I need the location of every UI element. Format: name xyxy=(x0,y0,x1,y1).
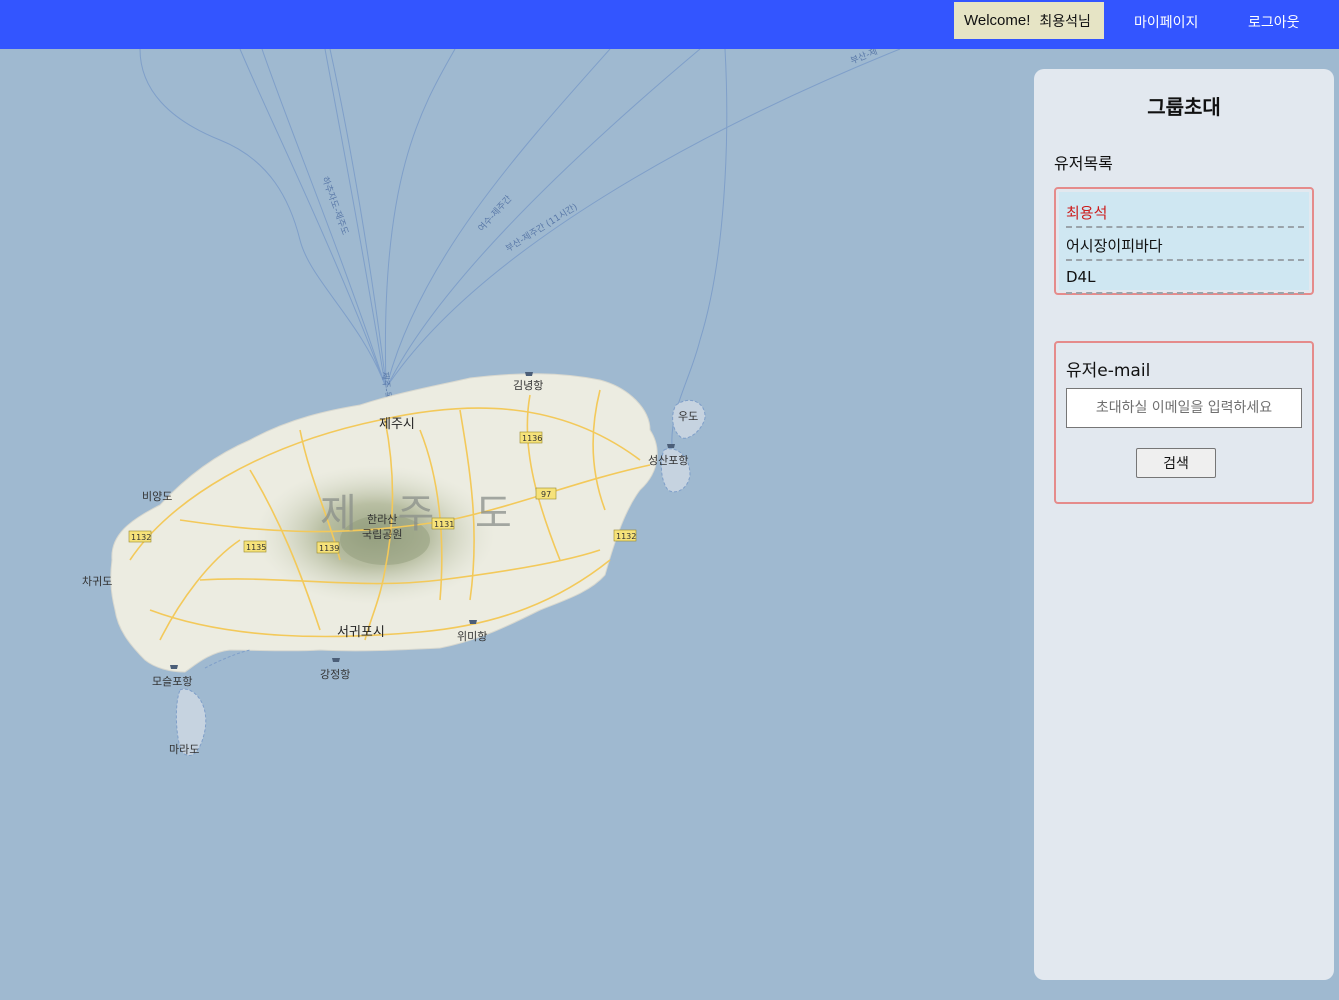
user-list-item[interactable]: D4L xyxy=(1066,262,1304,294)
email-search-box: 유저e-mail 검색 xyxy=(1054,341,1314,504)
top-navbar: Welcome! 최용석님 마이페이지 로그아웃 xyxy=(0,0,1339,49)
email-label: 유저e-mail xyxy=(1066,361,1151,381)
label-moseulpo: 모슬포항 xyxy=(152,675,192,688)
user-list-item[interactable]: 어시장이피바다 xyxy=(1066,229,1304,261)
gangjeong-port-icon xyxy=(332,658,340,662)
road-97: 97 xyxy=(541,490,551,499)
label-gangjeong: 강정항 xyxy=(320,668,350,681)
moseulpo-port-icon xyxy=(170,665,178,669)
label-national-park: 국립공원 xyxy=(362,528,402,541)
email-input[interactable] xyxy=(1066,388,1302,428)
label-chagwido: 차귀도 xyxy=(82,575,112,588)
mypage-link[interactable]: 마이페이지 xyxy=(1134,12,1198,32)
welcome-text: Welcome! xyxy=(964,12,1031,29)
label-biyangdo: 비양도 xyxy=(142,490,172,503)
logout-link[interactable]: 로그아웃 xyxy=(1248,12,1300,32)
label-hallasan: 한라산 xyxy=(367,513,397,526)
user-list-body: 최용석 어시장이피바다 D4L xyxy=(1059,192,1309,294)
label-marado: 마라도 xyxy=(169,743,199,756)
seongsan-port-icon xyxy=(667,444,675,448)
user-greeting: 최용석님 xyxy=(1039,13,1091,30)
user-list: 최용석 어시장이피바다 D4L xyxy=(1054,187,1314,295)
panel-title: 그룹초대 xyxy=(1147,95,1221,119)
wimi-port-icon xyxy=(469,620,477,624)
road-1132-east: 1132 xyxy=(616,532,636,541)
label-wimi: 위미항 xyxy=(457,630,487,643)
group-invite-panel: 그룹초대 유저목록 최용석 어시장이피바다 D4L 유저e-mail 검색 xyxy=(1034,69,1334,980)
label-udo: 우도 xyxy=(678,410,698,423)
gimnyeong-port-icon xyxy=(525,372,533,376)
road-1135: 1135 xyxy=(246,543,266,552)
label-gimnyeong: 김녕항 xyxy=(513,379,543,392)
welcome-badge: Welcome! 최용석님 xyxy=(954,2,1104,39)
road-1139: 1139 xyxy=(319,544,339,553)
search-button[interactable]: 검색 xyxy=(1136,448,1216,478)
user-list-label: 유저목록 xyxy=(1054,154,1113,173)
road-1136: 1136 xyxy=(522,434,542,443)
label-jeju-si: 제주시 xyxy=(379,417,415,432)
label-seongsan: 성산포항 xyxy=(648,454,688,467)
island-name: 제 주 도 xyxy=(320,491,526,537)
label-seogwipo-si: 서귀포시 xyxy=(337,625,385,640)
road-1132-west: 1132 xyxy=(131,533,151,542)
user-list-item[interactable]: 최용석 xyxy=(1066,196,1304,228)
